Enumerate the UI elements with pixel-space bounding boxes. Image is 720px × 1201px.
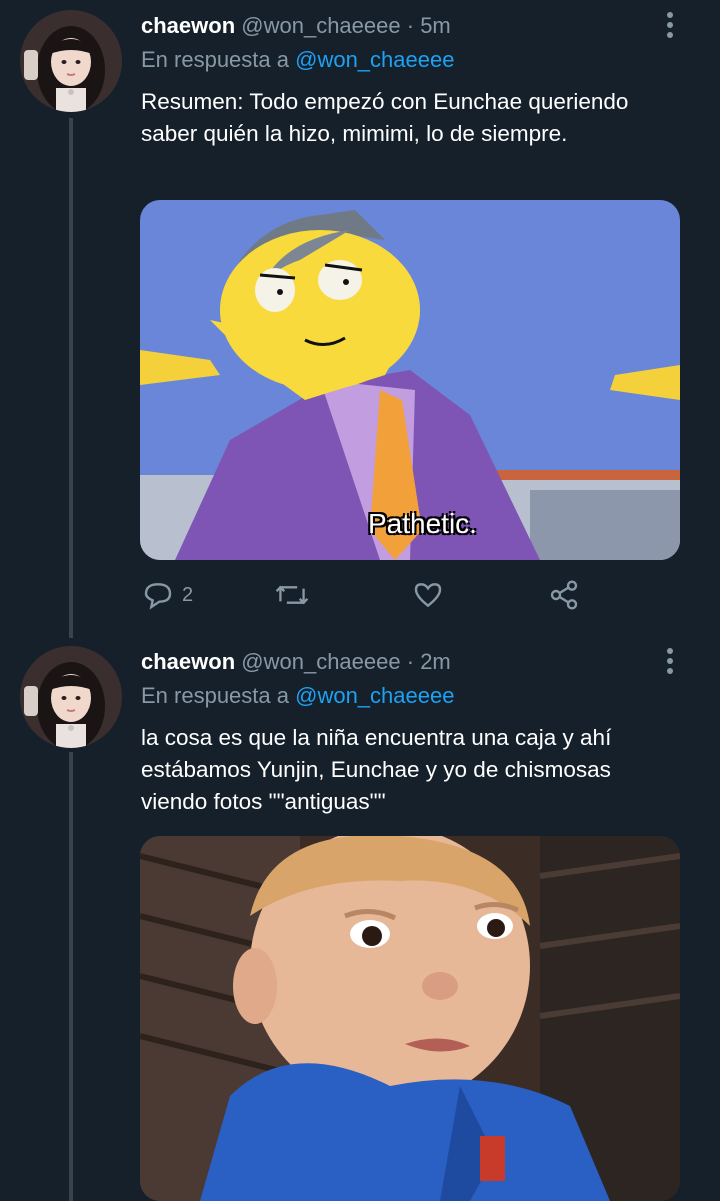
user-handle[interactable]: @won_chaeeee (241, 13, 400, 38)
tweet[interactable]: chaewon @won_chaeeee · 5m En respuesta a… (0, 0, 720, 640)
more-options-button[interactable] (666, 12, 674, 42)
reply-mention-link[interactable]: @won_chaeeee (295, 683, 454, 708)
tweet-media-image[interactable] (140, 836, 680, 1201)
retweet-button[interactable] (274, 575, 310, 615)
reply-prefix: En respuesta a (141, 683, 289, 708)
reply-mention-link[interactable]: @won_chaeeee (295, 47, 454, 72)
retweet-icon (275, 585, 309, 605)
more-vertical-icon (667, 12, 673, 18)
more-options-button[interactable] (666, 648, 674, 678)
display-name[interactable]: chaewon (141, 13, 235, 38)
reply-button[interactable]: 2 (142, 575, 193, 615)
tweet-actions: 2 (140, 575, 680, 615)
share-button[interactable] (548, 575, 580, 615)
tweet-header: chaewon @won_chaeeee · 5m (141, 12, 451, 40)
tweet-media-image[interactable]: Pathetic. (140, 200, 680, 560)
heart-icon (414, 583, 442, 608)
reply-context: En respuesta a @won_chaeeee (141, 682, 454, 710)
timestamp[interactable]: 5m (420, 13, 451, 38)
reply-prefix: En respuesta a (141, 47, 289, 72)
tweet[interactable]: chaewon @won_chaeeee · 2m En respuesta a… (0, 636, 720, 1201)
timestamp[interactable]: 2m (420, 649, 451, 674)
share-icon (550, 580, 578, 610)
user-handle[interactable]: @won_chaeeee (241, 649, 400, 674)
avatar[interactable] (20, 646, 122, 748)
separator-dot: · (406, 649, 415, 674)
display-name[interactable]: chaewon (141, 649, 235, 674)
tweet-header: chaewon @won_chaeeee · 2m (141, 648, 451, 676)
reply-count: 2 (182, 583, 194, 606)
more-vertical-icon (667, 648, 673, 654)
reply-icon (144, 583, 172, 610)
tweet-text: Resumen: Todo empezó con Eunchae querien… (141, 89, 629, 146)
like-button[interactable] (412, 575, 444, 615)
separator-dot: · (406, 13, 415, 38)
tweet-text: la cosa es que la niña encuentra una caj… (141, 725, 612, 814)
avatar[interactable] (20, 10, 122, 112)
reply-context: En respuesta a @won_chaeeee (141, 46, 454, 74)
image-caption-text: Pathetic. (368, 508, 477, 539)
